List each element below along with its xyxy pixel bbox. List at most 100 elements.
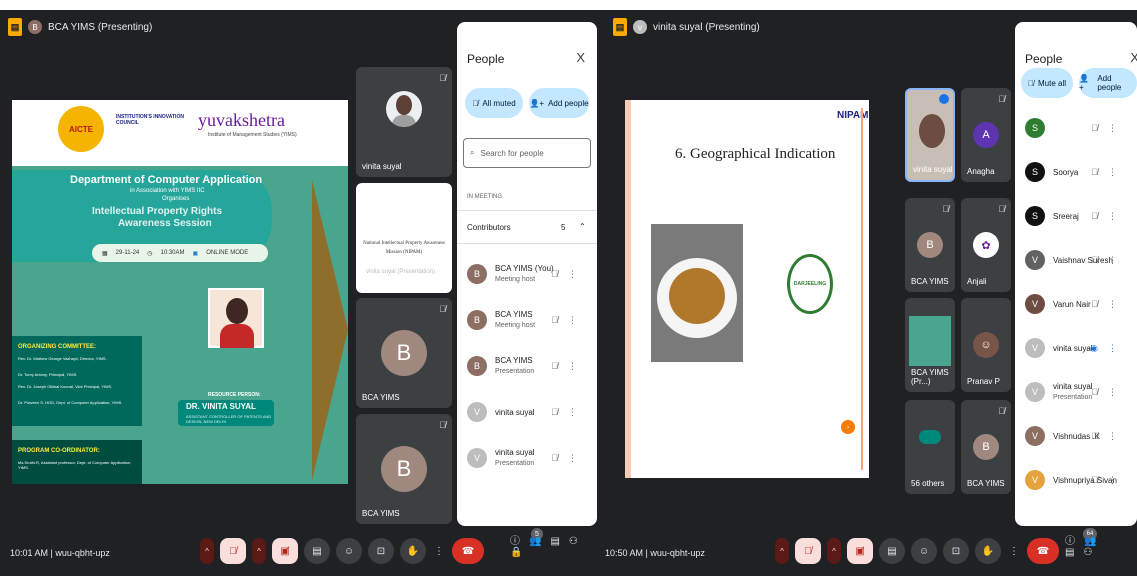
row-actions-icon[interactable]: 🎙̸⋮ xyxy=(551,269,587,280)
search-input[interactable]: ⌕ Search for people xyxy=(463,138,591,168)
mic-options-button[interactable]: ^ xyxy=(200,538,214,564)
captions-button[interactable]: ▤ xyxy=(879,538,905,564)
row-actions-icon[interactable]: 🎙̸⋮ xyxy=(1091,299,1127,310)
meeting-tools-icons[interactable]: ⓘ👥▤⚇ xyxy=(1065,532,1137,558)
meeting-code: wuu-qbht-upz xyxy=(55,548,110,558)
participant-name: Anjali xyxy=(967,277,987,286)
clock-time: 10:50 AM xyxy=(605,548,644,558)
close-panel-button[interactable]: X xyxy=(1130,50,1137,65)
close-panel-button[interactable]: X xyxy=(576,50,585,65)
present-doc-icon: ▤ xyxy=(8,18,22,36)
participant-row[interactable]: S Soorya 🎙̸⋮ xyxy=(1015,150,1137,194)
slide-nav-button[interactable]: › xyxy=(841,420,855,434)
present-button[interactable]: ⊡ xyxy=(368,538,394,564)
present-button[interactable]: ⊡ xyxy=(943,538,969,564)
row-actions-icon[interactable]: 🎙̸⋮ xyxy=(1091,167,1127,178)
person-role: Presentation xyxy=(495,460,535,467)
raise-hand-button[interactable]: ✋ xyxy=(975,538,1001,564)
participant-row[interactable]: Vvinita suyal Presentation 🎙̸⋮ xyxy=(1015,370,1137,414)
participant-tile[interactable]: vinita suyal xyxy=(905,88,955,182)
row-actions-icon[interactable]: 🎙̸⋮ xyxy=(551,315,587,326)
participant-row[interactable]: B BCA YIMS Presentation 🎙̸⋮ xyxy=(457,344,597,388)
participant-row[interactable]: Vvinita suyal 🎙̸⋮ xyxy=(457,390,597,434)
raise-hand-button[interactable]: ✋ xyxy=(400,538,426,564)
participant-tile[interactable]: ☺ Pranav P xyxy=(961,298,1011,392)
poster-speaker: DR. VINITA SUYAL xyxy=(186,402,256,411)
row-actions-icon[interactable]: ◉⋮ xyxy=(1090,343,1127,354)
participant-name: vinita suyal xyxy=(913,165,953,174)
avatar: B xyxy=(467,356,487,376)
speaker-photo xyxy=(208,288,264,348)
participant-row[interactable]: B BCA YIMS (You) Meeting host 🎙̸⋮ xyxy=(457,252,597,296)
mic-off-icon: 🎙̸ xyxy=(942,204,949,214)
more-options-button[interactable]: ⋮ xyxy=(432,538,446,564)
meeting-tools-icons[interactable]: ⓘ👥▤⚇🔒 xyxy=(510,532,605,558)
avatar: V xyxy=(467,402,487,422)
row-actions-icon[interactable]: 🎙̸⋮ xyxy=(1091,123,1127,134)
all-muted-button[interactable]: 🎙̸ All muted xyxy=(465,88,523,118)
camera-toggle-button[interactable]: ▣̸ xyxy=(847,538,873,564)
row-actions-icon[interactable]: 🎙̸⋮ xyxy=(1091,211,1127,222)
participant-row[interactable]: B BCA YIMS Meeting host 🎙̸⋮ xyxy=(457,298,597,342)
participant-row[interactable]: S 🎙̸⋮ xyxy=(1015,106,1137,150)
mic-options-button[interactable]: ^ xyxy=(775,538,789,564)
mute-all-button[interactable]: 🎙̸ Mute all xyxy=(1021,68,1073,98)
emoji-button[interactable]: ☺ xyxy=(911,538,937,564)
participant-row[interactable]: V Vishnudas .K 🎙̸⋮ xyxy=(1015,414,1137,458)
camera-toggle-button[interactable]: ▣̸ xyxy=(272,538,298,564)
meet-window-left: ▤ B BCA YIMS (Presenting) AICTE INSTITUT… xyxy=(0,10,605,576)
participant-tile[interactable]: 🎙̸ B BCA YIMS xyxy=(905,198,955,292)
participant-tile[interactable]: 🎙̸ B BCA YIMS xyxy=(356,298,452,408)
end-call-button[interactable]: ☎ xyxy=(452,538,484,564)
participant-row[interactable]: V Varun Nair 🎙̸⋮ xyxy=(1015,282,1137,326)
person-name: BCA YIMS xyxy=(495,310,533,319)
participant-photo xyxy=(919,114,945,148)
participant-row[interactable]: Vvinita suyal Presentation 🎙̸⋮ xyxy=(457,436,597,480)
participant-tile[interactable]: 🎙̸ vinita suyal xyxy=(356,67,452,177)
poster-committee-2: Dr. Tomy Antony, Principal, YIMS. xyxy=(18,372,78,377)
participant-tile[interactable]: 🎙̸ B BCA YIMS xyxy=(356,414,452,524)
presentation-tile[interactable]: BCA YIMS (Pr...) xyxy=(905,298,955,392)
camera-options-button[interactable]: ^ xyxy=(827,538,841,564)
participant-tile[interactable]: 🎙̸ A Anagha xyxy=(961,88,1011,182)
row-actions-icon[interactable]: 🎙̸⋮ xyxy=(551,407,587,418)
participant-row[interactable]: Vvinita suyal ◉⋮ xyxy=(1015,326,1137,370)
participant-tile[interactable]: 🎙̸ B BCA YIMS xyxy=(961,400,1011,494)
emoji-button[interactable]: ☺ xyxy=(336,538,362,564)
add-people-button[interactable]: 👤+ Add people xyxy=(1079,68,1137,98)
search-placeholder: Search for people xyxy=(480,148,544,158)
poster-thumb xyxy=(909,316,951,366)
camera-options-button[interactable]: ^ xyxy=(252,538,266,564)
avatar: S xyxy=(1025,118,1045,138)
row-actions-icon[interactable]: 🎙̸⋮ xyxy=(1091,475,1127,486)
mic-toggle-button[interactable]: 🎙̸ xyxy=(795,538,821,564)
captions-button[interactable]: ▤ xyxy=(304,538,330,564)
participant-row[interactable]: V Vishnupriya Sivan 🎙̸⋮ xyxy=(1015,458,1137,502)
participant-row[interactable]: S Sreeraj 🎙̸⋮ xyxy=(1015,194,1137,238)
participant-row[interactable]: V Vaishnav Suresh 🎙̸⋮ xyxy=(1015,238,1137,282)
avatar: S xyxy=(1025,162,1045,182)
row-actions-icon[interactable]: 🎙̸⋮ xyxy=(551,453,587,464)
end-call-button[interactable]: ☎ xyxy=(1027,538,1059,564)
row-actions-icon[interactable]: 🎙̸⋮ xyxy=(1091,387,1127,398)
add-people-button[interactable]: 👤+ Add people xyxy=(529,88,589,118)
presented-slide: NIPAM 6. Geographical Indication DARJEEL… xyxy=(625,100,869,478)
others-tile[interactable]: 56 others xyxy=(905,400,955,494)
participant-tile[interactable]: 🎙̸ ✿ Anjali xyxy=(961,198,1011,292)
contributors-section[interactable]: Contributors 5 ⌃ xyxy=(457,210,597,244)
participant-name: vinita suyal (Presentation) xyxy=(366,269,436,275)
more-options-button[interactable]: ⋮ xyxy=(1007,538,1021,564)
mic-off-icon: 🎙̸ xyxy=(998,204,1005,214)
row-actions-icon[interactable]: 🎙̸⋮ xyxy=(1091,431,1127,442)
mic-toggle-button[interactable]: 🎙̸ xyxy=(220,538,246,564)
row-actions-icon[interactable]: 🎙̸⋮ xyxy=(551,361,587,372)
presenter-avatar: B xyxy=(28,20,42,34)
poster-dept: Department of Computer Application xyxy=(70,174,263,186)
presentation-tile[interactable]: National Intellectual Property Awareness… xyxy=(356,183,452,293)
participant-avatar: A xyxy=(973,122,999,148)
row-actions-icon[interactable]: 🎙̸⋮ xyxy=(1091,255,1127,266)
person-name: Varun Nair xyxy=(1053,299,1091,309)
present-doc-icon: ▤ xyxy=(613,18,627,36)
participant-avatar: B xyxy=(973,434,999,460)
poster-speaker-sub: ASSISTANT CONTROLLER OF PATENTS AND DESI… xyxy=(186,414,272,424)
